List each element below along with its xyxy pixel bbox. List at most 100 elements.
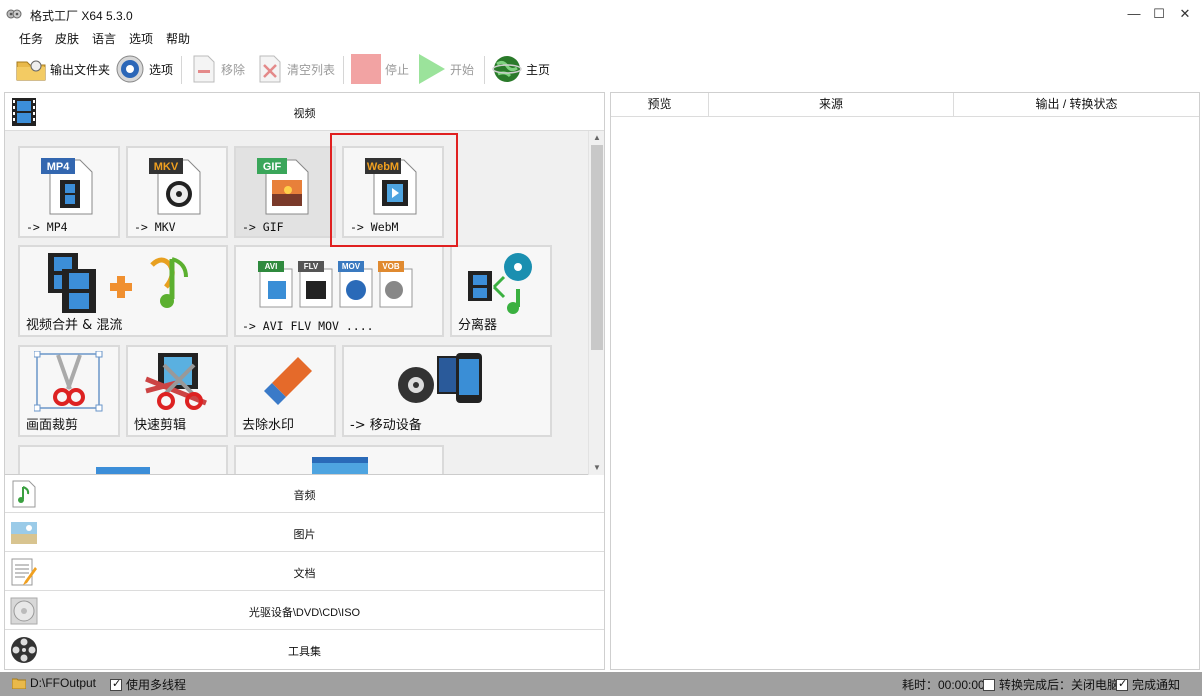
svg-text:VOB: VOB (382, 262, 400, 271)
menu-bar: 任务 皮肤 语言 选项 帮助 (0, 28, 1202, 48)
multi-format-icon: AVI FLV MOV VOB (258, 261, 413, 308)
scroll-thumb[interactable] (591, 145, 603, 350)
tile-to-mobile[interactable]: -> 移动设备 (342, 345, 552, 437)
mp4-file-icon: MP4 (41, 158, 93, 215)
toolbar-divider (181, 56, 182, 84)
maximize-button[interactable]: ☐ (1149, 4, 1169, 24)
category-audio[interactable]: 音频 (5, 475, 604, 513)
toolbar-divider (343, 56, 344, 84)
options-icon (116, 55, 144, 83)
video-tool-icon (312, 457, 368, 474)
tile-to-mkv-label: -> MKV (134, 220, 176, 234)
clear-list-icon (259, 55, 281, 83)
tile-video-merge[interactable]: 视频合并 & 混流 (18, 245, 228, 337)
column-preview[interactable]: 预览 (611, 93, 709, 117)
notify-option[interactable]: 完成通知 (1116, 676, 1180, 693)
tile-remove-watermark-label: 去除水印 (242, 418, 295, 433)
output-path[interactable]: D:\FFOutput (12, 676, 96, 690)
tile-more-2[interactable] (234, 445, 444, 474)
mkv-file-icon: MKV (149, 158, 201, 215)
tile-splitter[interactable]: 分离器 (450, 245, 552, 337)
category-tools[interactable]: 工具集 (5, 631, 604, 669)
folder-icon (16, 60, 46, 81)
category-image[interactable]: 图片 (5, 514, 604, 552)
crop-scissors-icon (34, 351, 103, 412)
home-label: 主页 (526, 62, 551, 77)
tile-remove-watermark[interactable]: 去除水印 (234, 345, 336, 437)
svg-text:MP4: MP4 (47, 161, 71, 173)
title-bar: 格式工厂 X64 5.3.0 — ☐ ✕ (0, 0, 1202, 28)
menu-options[interactable]: 选项 (129, 30, 153, 47)
window-title: 格式工厂 X64 5.3.0 (30, 9, 133, 23)
category-tools-label: 工具集 (288, 646, 321, 658)
svg-text:FLV: FLV (304, 262, 319, 271)
notify-checkbox[interactable] (1116, 677, 1128, 691)
tile-to-avi-flv-mov[interactable]: AVI FLV MOV VOB -> AVI FLV MOV .... (234, 245, 444, 337)
tile-to-gif-label: -> GIF (242, 220, 284, 234)
start-button[interactable]: 开始 (418, 52, 474, 86)
quick-cut-icon (145, 353, 207, 410)
after-convert-label: 转换完成后：关闭电脑 (999, 678, 1120, 692)
category-optical-drive[interactable]: 光驱设备\DVD\CD\ISO (5, 592, 604, 630)
after-convert-option[interactable]: 转换完成后：关闭电脑 (983, 676, 1119, 693)
play-icon (419, 54, 445, 84)
category-video[interactable]: 视频 (5, 93, 604, 131)
webm-highlight-box (330, 133, 458, 247)
task-list: 预览 来源 输出 / 转换状态 (610, 92, 1200, 670)
start-label: 开始 (450, 62, 475, 77)
globe-icon (492, 56, 522, 82)
app-icon (6, 9, 22, 19)
eraser-icon (264, 357, 312, 405)
toolbar-divider (484, 56, 485, 84)
close-button[interactable]: ✕ (1175, 4, 1195, 24)
output-path-text: D:\FFOutput (30, 676, 97, 690)
merge-icon (48, 253, 188, 313)
home-button[interactable]: 主页 (492, 52, 550, 86)
multithread-checkbox[interactable] (110, 677, 122, 691)
tile-quick-cut-label: 快速剪辑 (134, 418, 187, 433)
tile-to-mkv[interactable]: MKV -> MKV (126, 146, 228, 238)
tile-more-1[interactable] (18, 445, 228, 474)
video-tools-grid: MP4 -> MP4 MKV -> MKV GIF -> GIF WebM ->… (5, 131, 588, 475)
vertical-scrollbar[interactable]: ▲ ▼ (588, 131, 604, 475)
tile-to-gif[interactable]: GIF -> GIF (234, 146, 336, 238)
elapsed-time-text: 耗时：00:00:00 (902, 678, 985, 692)
scroll-up-icon[interactable]: ▲ (589, 131, 605, 145)
tile-to-mp4-label: -> MP4 (26, 220, 68, 234)
menu-language[interactable]: 语言 (92, 30, 116, 47)
tile-to-avi-flv-mov-label: -> AVI FLV MOV .... (242, 319, 374, 333)
conversion-panel: 视频 MP4 -> MP4 MKV -> MKV GIF -> GIF WebM… (4, 92, 605, 670)
splitter-icon (468, 253, 532, 314)
tile-quick-cut[interactable]: 快速剪辑 (126, 345, 228, 437)
menu-skin[interactable]: 皮肤 (55, 30, 79, 47)
output-folder-button[interactable]: 输出文件夹 (16, 52, 110, 86)
multithread-option[interactable]: 使用多线程 (110, 676, 186, 693)
folder-icon (12, 678, 26, 689)
remove-icon (193, 55, 215, 83)
stop-button[interactable]: 停止 (351, 52, 409, 86)
minimize-button[interactable]: — (1124, 4, 1144, 24)
multithread-label: 使用多线程 (126, 678, 187, 692)
stop-icon (351, 54, 381, 84)
stop-label: 停止 (385, 62, 410, 77)
scroll-down-icon[interactable]: ▼ (589, 461, 605, 475)
category-document[interactable]: 文档 (5, 553, 604, 591)
after-convert-checkbox[interactable] (983, 678, 995, 691)
column-output-status[interactable]: 输出 / 转换状态 (954, 93, 1199, 117)
clear-list-button[interactable]: 清空列表 (257, 52, 335, 86)
remove-label: 移除 (221, 62, 246, 77)
remove-button[interactable]: 移除 (191, 52, 245, 86)
tile-crop[interactable]: 画面裁剪 (18, 345, 120, 437)
gif-file-icon: GIF (257, 158, 309, 215)
column-source[interactable]: 来源 (709, 93, 954, 117)
options-button[interactable]: 选项 (115, 52, 173, 86)
tile-crop-label: 画面裁剪 (26, 418, 79, 433)
menu-task[interactable]: 任务 (19, 30, 43, 47)
mobile-device-icon (398, 353, 482, 403)
menu-help[interactable]: 帮助 (166, 30, 190, 47)
category-video-label: 视频 (293, 108, 316, 120)
tile-to-mp4[interactable]: MP4 -> MP4 (18, 146, 120, 238)
category-audio-label: 音频 (293, 490, 316, 502)
options-label: 选项 (149, 62, 174, 77)
tile-video-merge-label: 视频合并 & 混流 (26, 318, 123, 333)
